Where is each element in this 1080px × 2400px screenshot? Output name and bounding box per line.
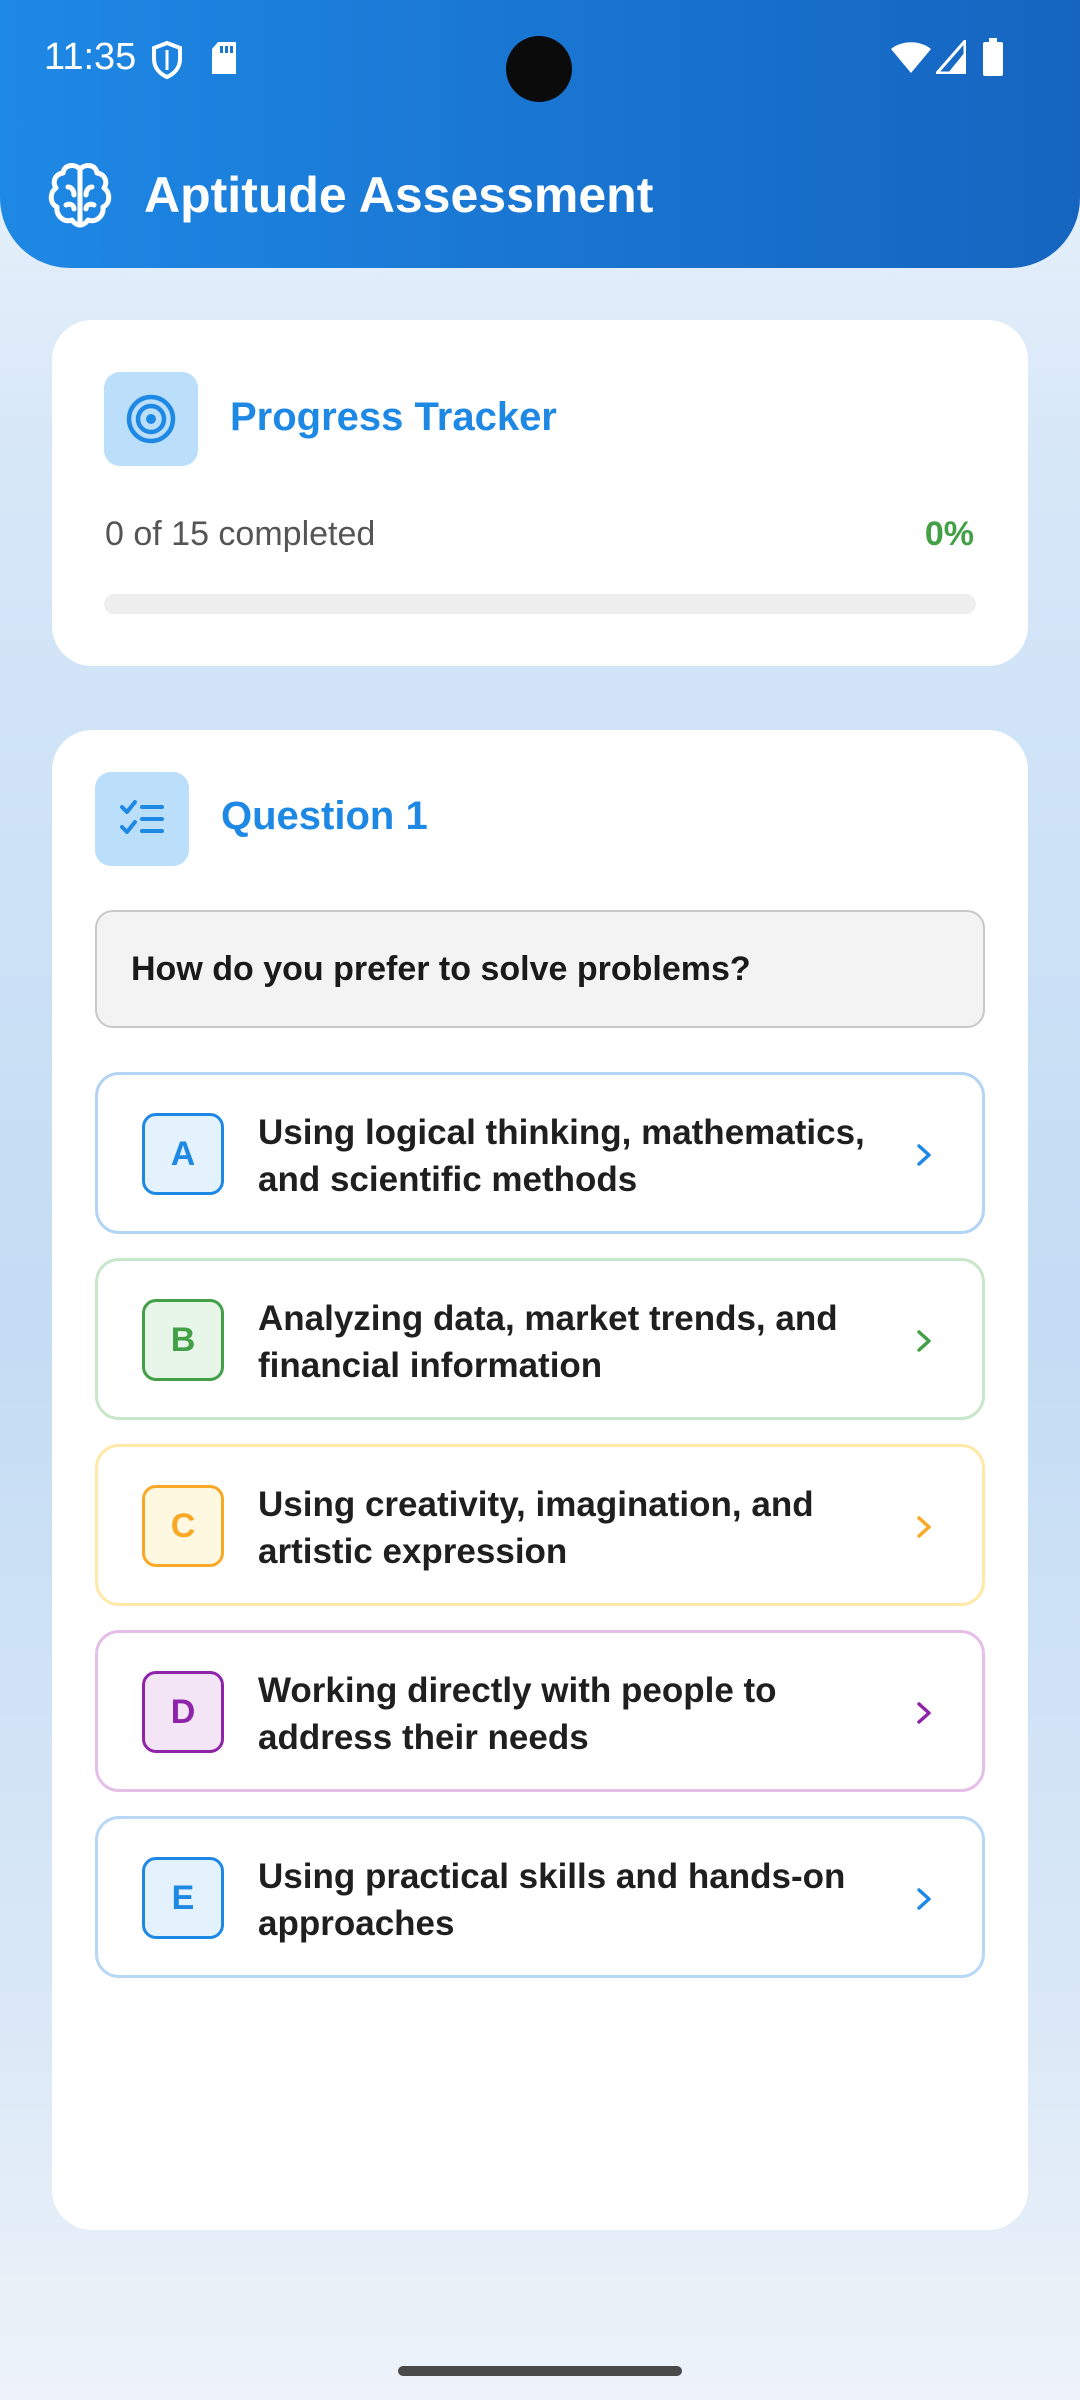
brain-icon xyxy=(48,163,112,228)
app-bar: 11:35 Aptitude Assessment xyxy=(0,0,1080,268)
option-b[interactable]: B Analyzing data, market trends, and fina… xyxy=(95,1258,985,1420)
chevron-right-icon xyxy=(917,1144,931,1166)
sd-card-icon xyxy=(212,42,236,74)
title-row: Aptitude Assessment xyxy=(44,160,653,230)
progress-card xyxy=(52,320,1028,666)
chevron-right-icon xyxy=(917,1330,931,1352)
progress-icon-tile xyxy=(104,372,198,466)
question-icon-tile xyxy=(95,772,189,866)
option-letter-badge: A xyxy=(142,1113,224,1195)
battery-icon xyxy=(983,38,1003,76)
option-d[interactable]: D Working directly with people to address… xyxy=(95,1630,985,1792)
cell-signal-icon xyxy=(936,40,966,74)
question-prompt: How do you prefer to solve problems? xyxy=(95,910,985,1028)
progress-bar xyxy=(104,594,976,614)
status-time: 11:35 xyxy=(44,36,137,78)
camera-cutout xyxy=(506,36,572,102)
checklist-icon xyxy=(120,800,164,834)
option-letter-badge: B xyxy=(142,1299,224,1381)
option-a[interactable]: A Using logical thinking, mathematics, an… xyxy=(95,1072,985,1234)
chevron-right-icon xyxy=(917,1516,931,1538)
wifi-icon xyxy=(891,42,931,73)
option-c[interactable]: C Using creativity, imagination, and arti… xyxy=(95,1444,985,1606)
option-letter-badge: E xyxy=(142,1857,224,1939)
chevron-right-icon xyxy=(917,1702,931,1724)
chevron-right-icon xyxy=(917,1888,931,1910)
option-text: Using logical thinking, mathematics, and… xyxy=(258,1113,865,1199)
question-title: Question 1 xyxy=(221,794,428,838)
option-text: Using practical skills and hands-on appr… xyxy=(258,1857,846,1943)
option-letter-badge: C xyxy=(142,1485,224,1567)
option-letter-badge: D xyxy=(142,1671,224,1753)
option-text: Using creativity, imagination, and artis… xyxy=(258,1485,814,1571)
option-text: Analyzing data, market trends, and finan… xyxy=(258,1299,838,1385)
progress-summary: 0 of 15 completed xyxy=(105,515,376,553)
target-icon xyxy=(126,394,176,444)
page-title: Aptitude Assessment xyxy=(144,167,654,223)
option-e[interactable]: E Using practical skills and hands-on app… xyxy=(95,1816,985,1978)
option-text: Working directly with people to address … xyxy=(258,1671,777,1757)
status-bar: 11:35 xyxy=(0,0,1080,120)
home-indicator[interactable] xyxy=(398,2366,682,2376)
progress-title: Progress Tracker xyxy=(230,395,557,439)
shield-icon xyxy=(152,40,182,80)
progress-percent: 0% xyxy=(924,515,974,553)
